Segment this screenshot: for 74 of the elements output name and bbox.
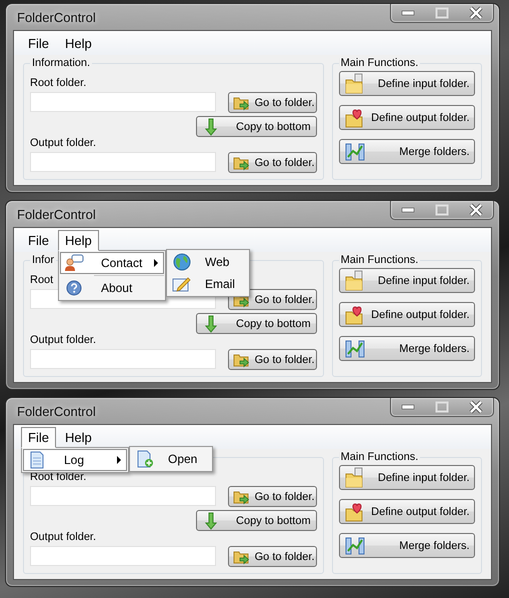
function-button[interactable]: Define output folder.: [338, 499, 475, 524]
copy-to-bottom-button[interactable]: Copy to bottom: [196, 510, 317, 531]
window-title: FolderControl: [16, 206, 96, 222]
root-folder-label: Root: [30, 274, 54, 287]
down-arrow-icon: [204, 118, 217, 136]
folder-arrow-icon: [232, 488, 251, 504]
menu-item[interactable]: Help: [58, 32, 99, 54]
function-button[interactable]: Define input folder.: [338, 465, 475, 490]
folder-arrow-icon: [232, 94, 251, 110]
go-to-folder-button[interactable]: Go to folder.: [228, 546, 317, 567]
merge-icon: [344, 534, 366, 556]
menu-item[interactable]: File: [21, 230, 56, 250]
document-add-icon: [136, 450, 154, 468]
menu-item[interactable]: File: [21, 426, 56, 448]
submenu-item[interactable]: Open: [131, 448, 211, 470]
minimize-icon: [401, 207, 415, 213]
down-arrow-icon: [204, 314, 217, 332]
group-title: Infor: [31, 254, 56, 267]
function-button[interactable]: Define output folder.: [338, 105, 475, 130]
close-icon: [468, 6, 484, 20]
copy-to-bottom-button[interactable]: Copy to bottom: [196, 313, 317, 334]
merge-icon: [344, 140, 366, 162]
root-folder-field[interactable]: [30, 92, 216, 112]
menu-entry[interactable]: Log: [23, 448, 127, 470]
person-chat-icon: [64, 254, 84, 272]
window-title: FolderControl: [16, 404, 96, 418]
go-to-folder-button[interactable]: Go to folder.: [228, 289, 317, 310]
submenu-item[interactable]: Web: [168, 250, 248, 272]
menu-item[interactable]: Help: [58, 426, 99, 448]
merge-icon: [344, 338, 366, 360]
go-to-folder-button[interactable]: Go to folder.: [228, 486, 317, 507]
output-folder-field[interactable]: [30, 348, 216, 368]
group-title: Main Functions.: [340, 451, 420, 464]
output-folder-label: Output folder.: [30, 531, 96, 544]
maximize-icon: [435, 401, 449, 413]
document-icon: [29, 450, 45, 468]
minimize-icon: [401, 10, 415, 16]
output-folder-field[interactable]: [30, 152, 216, 172]
menu-item[interactable]: Help: [58, 230, 99, 250]
copy-to-bottom-button[interactable]: Copy to bottom: [196, 116, 317, 137]
output-folder-field[interactable]: [30, 546, 216, 566]
output-folder-label: Output folder.: [30, 334, 96, 347]
go-to-folder-button[interactable]: Go to folder.: [228, 152, 317, 173]
go-to-folder-button[interactable]: Go to folder.: [228, 349, 317, 370]
down-arrow-icon: [204, 512, 217, 530]
minimize-icon: [401, 404, 415, 410]
folder-arrow-icon: [232, 352, 251, 368]
root-folder-label: Root folder.: [30, 77, 86, 90]
go-to-folder-button[interactable]: Go to folder.: [228, 92, 317, 113]
folder-arrow-icon: [232, 154, 251, 170]
function-button[interactable]: Merge folders.: [338, 533, 475, 558]
globe-icon: [172, 252, 191, 270]
pencil-note-icon: [172, 276, 192, 292]
function-button[interactable]: Merge folders.: [338, 139, 475, 164]
function-button[interactable]: Define input folder.: [338, 71, 475, 96]
help-icon: [66, 280, 82, 296]
output-folder-label: Output folder.: [30, 137, 96, 150]
function-button[interactable]: Define input folder.: [338, 268, 475, 293]
menu-item[interactable]: File: [21, 32, 56, 54]
window-title: FolderControl: [16, 10, 96, 24]
menu-entry[interactable]: Contact: [60, 252, 164, 274]
folder-arrow-icon: [232, 548, 251, 564]
maximize-icon: [435, 7, 449, 19]
maximize-icon: [435, 204, 449, 216]
root-folder-field[interactable]: [30, 486, 216, 506]
menu-entry[interactable]: About: [60, 276, 164, 298]
close-icon: [468, 203, 484, 217]
root-folder-label: Root folder.: [30, 471, 86, 484]
function-button[interactable]: Define output folder.: [338, 302, 475, 327]
group-title: Information.: [31, 57, 92, 70]
close-icon: [468, 400, 484, 414]
group-title: Main Functions.: [340, 254, 420, 267]
function-button[interactable]: Merge folders.: [338, 336, 475, 361]
group-title: Main Functions.: [340, 57, 420, 70]
